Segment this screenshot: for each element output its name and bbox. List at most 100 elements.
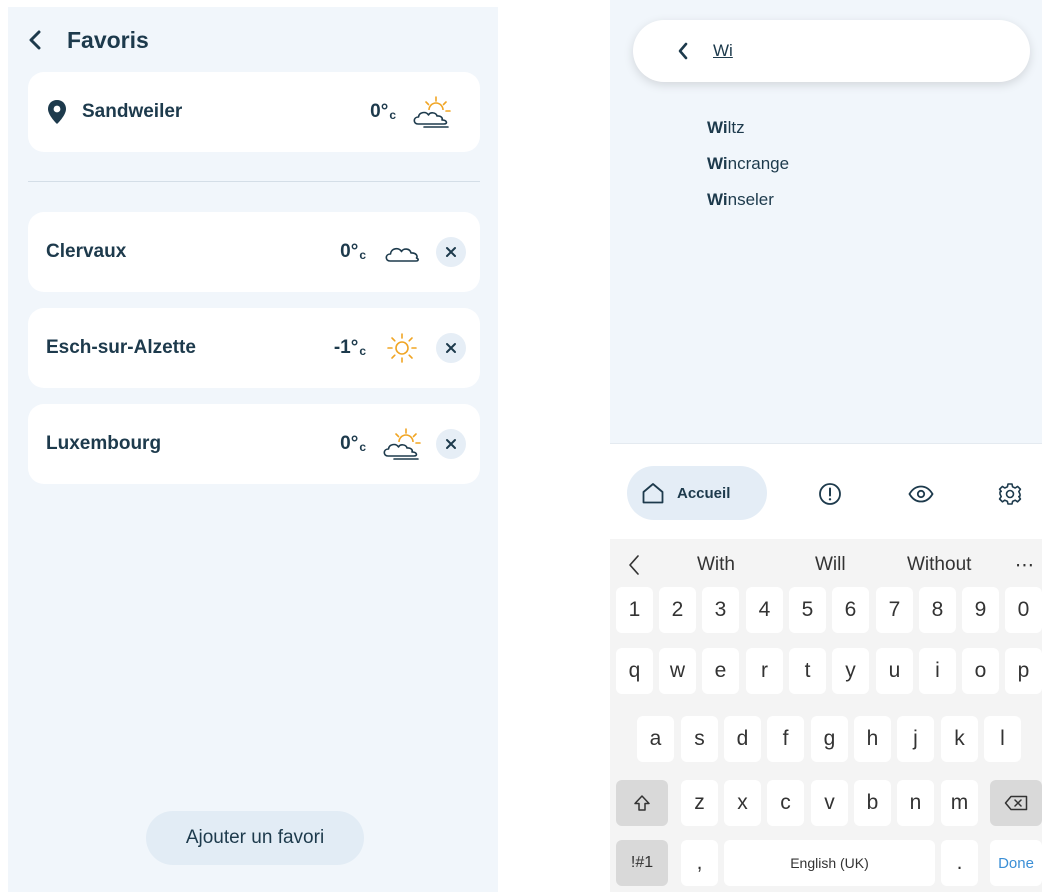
favorite-card[interactable]: Clervaux 0°c [28,212,480,292]
key[interactable]: 7 [876,587,913,633]
nav-home-tab[interactable]: Accueil [627,466,767,520]
on-screen-keyboard: With Will Without ⋯ 1 2 3 4 5 6 7 8 9 0 … [610,539,1042,892]
key[interactable]: n [897,780,934,826]
sun-cloud-icon [413,96,451,128]
eye-icon [908,485,934,503]
key[interactable]: 4 [746,587,783,633]
current-location-card[interactable]: Sandweiler 0°c [28,72,480,152]
key[interactable]: 8 [919,587,956,633]
key[interactable]: 5 [789,587,826,633]
key[interactable]: s [681,716,718,762]
close-icon [446,343,456,353]
key[interactable]: m [941,780,978,826]
key[interactable]: g [811,716,848,762]
key[interactable]: i [919,648,956,694]
shift-key[interactable] [616,780,668,826]
page-title: Favoris [67,26,149,53]
key[interactable]: w [659,648,696,694]
keyboard-suggestion[interactable]: Will [815,554,846,576]
nav-settings-tab[interactable] [995,479,1025,509]
sun-icon [387,333,417,363]
location-name: Esch-sur-Alzette [46,337,196,358]
key[interactable]: c [767,780,804,826]
key[interactable]: v [811,780,848,826]
keyboard-suggestion[interactable]: With [697,554,735,576]
keyboard-suggestion[interactable]: Without [907,554,971,576]
search-screen: Wiltz Wincrange Winseler Accueil With Wi… [610,0,1042,892]
more-suggestions-icon[interactable]: ⋯ [1015,554,1034,577]
backspace-key[interactable] [990,780,1042,826]
key[interactable]: 9 [962,587,999,633]
key[interactable]: q [616,648,653,694]
favorites-screen: Favoris Sandweiler 0°c Clervaux 0°c Esch… [8,7,498,892]
key[interactable]: u [876,648,913,694]
done-key[interactable]: Done [990,840,1042,886]
key[interactable]: 0 [1005,587,1042,633]
add-favorite-button[interactable]: Ajouter un favori [146,811,364,865]
favorite-card[interactable]: Esch-sur-Alzette -1°c [28,308,480,388]
key[interactable]: o [962,648,999,694]
keyboard-row-2: a s d f g h j k l [610,716,1042,762]
key[interactable]: a [637,716,674,762]
close-icon [446,247,456,257]
key[interactable]: 3 [702,587,739,633]
keyboard-row-1: q w e r t y u i o p [610,648,1042,694]
favorites-header: Favoris [28,25,149,55]
key[interactable]: l [984,716,1021,762]
key[interactable]: x [724,780,761,826]
key[interactable]: j [897,716,934,762]
suggestion-list: Wiltz Wincrange Winseler [707,118,789,226]
back-button[interactable] [677,36,695,66]
key[interactable]: y [832,648,869,694]
remove-favorite-button[interactable] [436,237,466,267]
suggestion-item[interactable]: Winseler [707,190,789,226]
comma-key[interactable]: , [681,840,718,886]
keyboard-row-4: !#1 , English (UK) . Done [610,840,1042,886]
location-name: Sandweiler [82,101,183,122]
alert-icon [819,483,841,505]
backspace-icon [1004,795,1028,811]
suggestion-item[interactable]: Wiltz [707,118,789,154]
search-input[interactable] [713,41,993,61]
location-name: Luxembourg [46,433,162,454]
key[interactable]: 2 [659,587,696,633]
location-pin-icon [48,100,66,124]
temperature: -1°c [333,337,366,358]
period-key[interactable]: . [941,840,978,886]
nav-view-tab[interactable] [906,479,936,509]
gear-icon [998,483,1022,505]
chevron-left-icon [29,30,41,50]
temperature: 0°c [340,433,366,454]
nav-alerts-tab[interactable] [815,479,845,509]
symbols-key[interactable]: !#1 [616,840,668,886]
search-bar [633,20,1030,82]
key[interactable]: f [767,716,804,762]
key[interactable]: z [681,780,718,826]
collapse-suggestions-button[interactable] [628,554,640,582]
key[interactable]: r [746,648,783,694]
key[interactable]: 1 [616,587,653,633]
home-icon [642,483,664,504]
key[interactable]: e [702,648,739,694]
sun-cloud-icon [383,428,421,460]
key[interactable]: b [854,780,891,826]
temperature: 0°c [340,241,366,262]
key[interactable]: 6 [832,587,869,633]
key[interactable]: d [724,716,761,762]
suggestion-item[interactable]: Wincrange [707,154,789,190]
key[interactable]: h [854,716,891,762]
nav-home-label: Accueil [677,484,731,502]
back-button[interactable] [28,25,52,55]
key[interactable]: t [789,648,826,694]
divider [28,181,480,182]
keyboard-row-3: z x c v b n m [610,780,1042,826]
key[interactable]: k [941,716,978,762]
space-key[interactable]: English (UK) [724,840,935,886]
keyboard-suggestion-bar: With Will Without ⋯ [610,549,1042,581]
favorite-card[interactable]: Luxembourg 0°c [28,404,480,484]
remove-favorite-button[interactable] [436,429,466,459]
temperature: 0°c [370,101,396,122]
remove-favorite-button[interactable] [436,333,466,363]
cloud-icon [385,247,419,262]
key[interactable]: p [1005,648,1042,694]
